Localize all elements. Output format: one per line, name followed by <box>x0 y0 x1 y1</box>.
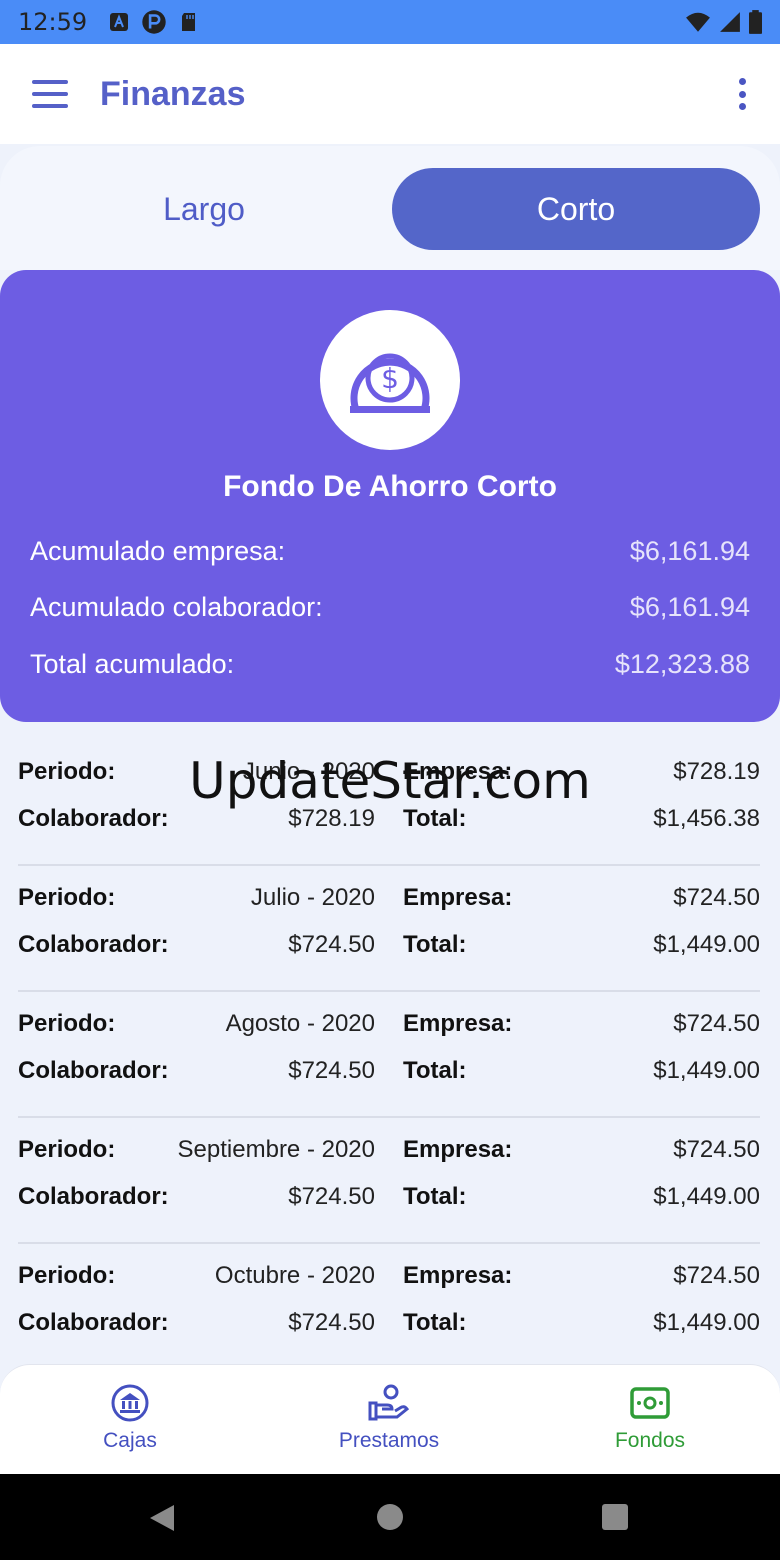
status-time: 12:59 <box>18 8 88 36</box>
summary-value: $12,323.88 <box>614 649 750 679</box>
periodo-label: Periodo: <box>18 1262 116 1289</box>
segmented-tabs: Largo Corto <box>0 146 780 270</box>
total-label: Total: <box>403 931 467 958</box>
app-bar: Finanzas <box>0 44 780 144</box>
empresa-label: Empresa: <box>403 1262 513 1289</box>
periodo-label: Periodo: <box>18 884 116 911</box>
summary-row-colaborador: Acumulado colaborador: $6,161.94 <box>30 592 750 623</box>
menu-icon[interactable] <box>32 80 68 108</box>
wifi-icon <box>686 12 710 32</box>
colaborador-value: $724.50 <box>288 1057 375 1084</box>
summary-value: $6,161.94 <box>629 592 750 622</box>
summary-card: $ Fondo De Ahorro Corto Acumulado empres… <box>0 270 780 722</box>
home-icon[interactable] <box>376 1503 404 1531</box>
summary-label: Total acumulado: <box>30 649 235 679</box>
system-nav-bar <box>0 1474 780 1560</box>
summary-value: $6,161.94 <box>629 536 750 566</box>
total-value: $1,449.00 <box>653 931 760 958</box>
nav-label: Cajas <box>103 1429 157 1452</box>
watermark: UpdateStar.com <box>189 752 591 810</box>
cash-icon <box>630 1387 670 1419</box>
nav-label: Prestamos <box>338 1429 440 1452</box>
p-icon <box>142 10 166 34</box>
tab-largo[interactable]: Largo <box>20 168 388 250</box>
empresa-value: $724.50 <box>673 1010 760 1037</box>
periodo-label: Periodo: <box>18 1010 116 1037</box>
coin-badge: $ <box>320 310 460 450</box>
empresa-label: Empresa: <box>403 1136 513 1163</box>
periodo-value: Octubre - 2020 <box>214 1262 375 1289</box>
recents-icon[interactable] <box>601 1503 629 1531</box>
summary-label: Acumulado empresa: <box>30 536 286 566</box>
back-icon[interactable] <box>148 1503 176 1533</box>
colaborador-value: $724.50 <box>288 1309 375 1336</box>
list-item[interactable]: Periodo: Julio - 2020 Empresa: $724.50 C… <box>18 866 760 992</box>
summary-row-empresa: Acumulado empresa: $6,161.94 <box>30 536 750 567</box>
battery-icon <box>749 10 762 34</box>
summary-label: Acumulado colaborador: <box>30 592 323 622</box>
total-value: $1,449.00 <box>653 1309 760 1336</box>
total-label: Total: <box>403 1183 467 1210</box>
empresa-label: Empresa: <box>403 884 513 911</box>
empresa-value: $724.50 <box>673 1262 760 1289</box>
colaborador-label: Colaborador: <box>18 1183 169 1210</box>
nav-prestamos[interactable]: Prestamos <box>289 1383 489 1453</box>
colaborador-value: $724.50 <box>288 931 375 958</box>
total-value: $1,449.00 <box>653 1057 760 1084</box>
nav-label: Fondos <box>614 1429 686 1452</box>
colaborador-value: $724.50 <box>288 1183 375 1210</box>
coin-icon: $ <box>350 353 430 413</box>
colaborador-label: Colaborador: <box>18 931 169 958</box>
empresa-value: $724.50 <box>673 884 760 911</box>
summary-title: Fondo De Ahorro Corto <box>223 470 557 503</box>
hand-coin-icon <box>368 1384 410 1421</box>
records-list: Periodo: Junio - 2020 Empresa: $728.19 C… <box>18 740 760 1370</box>
sd-card-icon <box>182 13 196 31</box>
a-icon <box>110 13 129 31</box>
periodo-label: Periodo: <box>18 1136 116 1163</box>
tab-corto[interactable]: Corto <box>392 168 760 250</box>
nav-cajas[interactable]: Cajas <box>30 1383 230 1453</box>
list-item[interactable]: Periodo: Agosto - 2020 Empresa: $724.50 … <box>18 992 760 1118</box>
page-title: Finanzas <box>100 74 246 113</box>
bank-icon <box>111 1384 149 1422</box>
signal-icon <box>720 12 740 32</box>
total-label: Total: <box>403 1309 467 1336</box>
list-item[interactable]: Periodo: Septiembre - 2020 Empresa: $724… <box>18 1118 760 1244</box>
empresa-value: $724.50 <box>673 1136 760 1163</box>
more-options-icon[interactable] <box>736 78 748 110</box>
status-right-icons <box>685 10 762 34</box>
total-label: Total: <box>403 1057 467 1084</box>
periodo-value: Agosto - 2020 <box>225 1010 375 1037</box>
summary-row-total: Total acumulado: $12,323.88 <box>30 649 750 680</box>
nav-fondos[interactable]: Fondos <box>550 1383 750 1453</box>
status-left-icons <box>109 9 199 35</box>
status-bar: 12:59 <box>0 0 780 44</box>
total-value: $1,449.00 <box>653 1183 760 1210</box>
svg-text:$: $ <box>381 362 399 395</box>
list-item[interactable]: Periodo: Octubre - 2020 Empresa: $724.50… <box>18 1244 760 1370</box>
colaborador-label: Colaborador: <box>18 1309 169 1336</box>
periodo-value: Septiembre - 2020 <box>177 1136 375 1163</box>
empresa-label: Empresa: <box>403 1010 513 1037</box>
bottom-nav: Cajas Prestamos Fondos <box>0 1364 780 1474</box>
colaborador-label: Colaborador: <box>18 1057 169 1084</box>
periodo-value: Julio - 2020 <box>250 884 375 911</box>
